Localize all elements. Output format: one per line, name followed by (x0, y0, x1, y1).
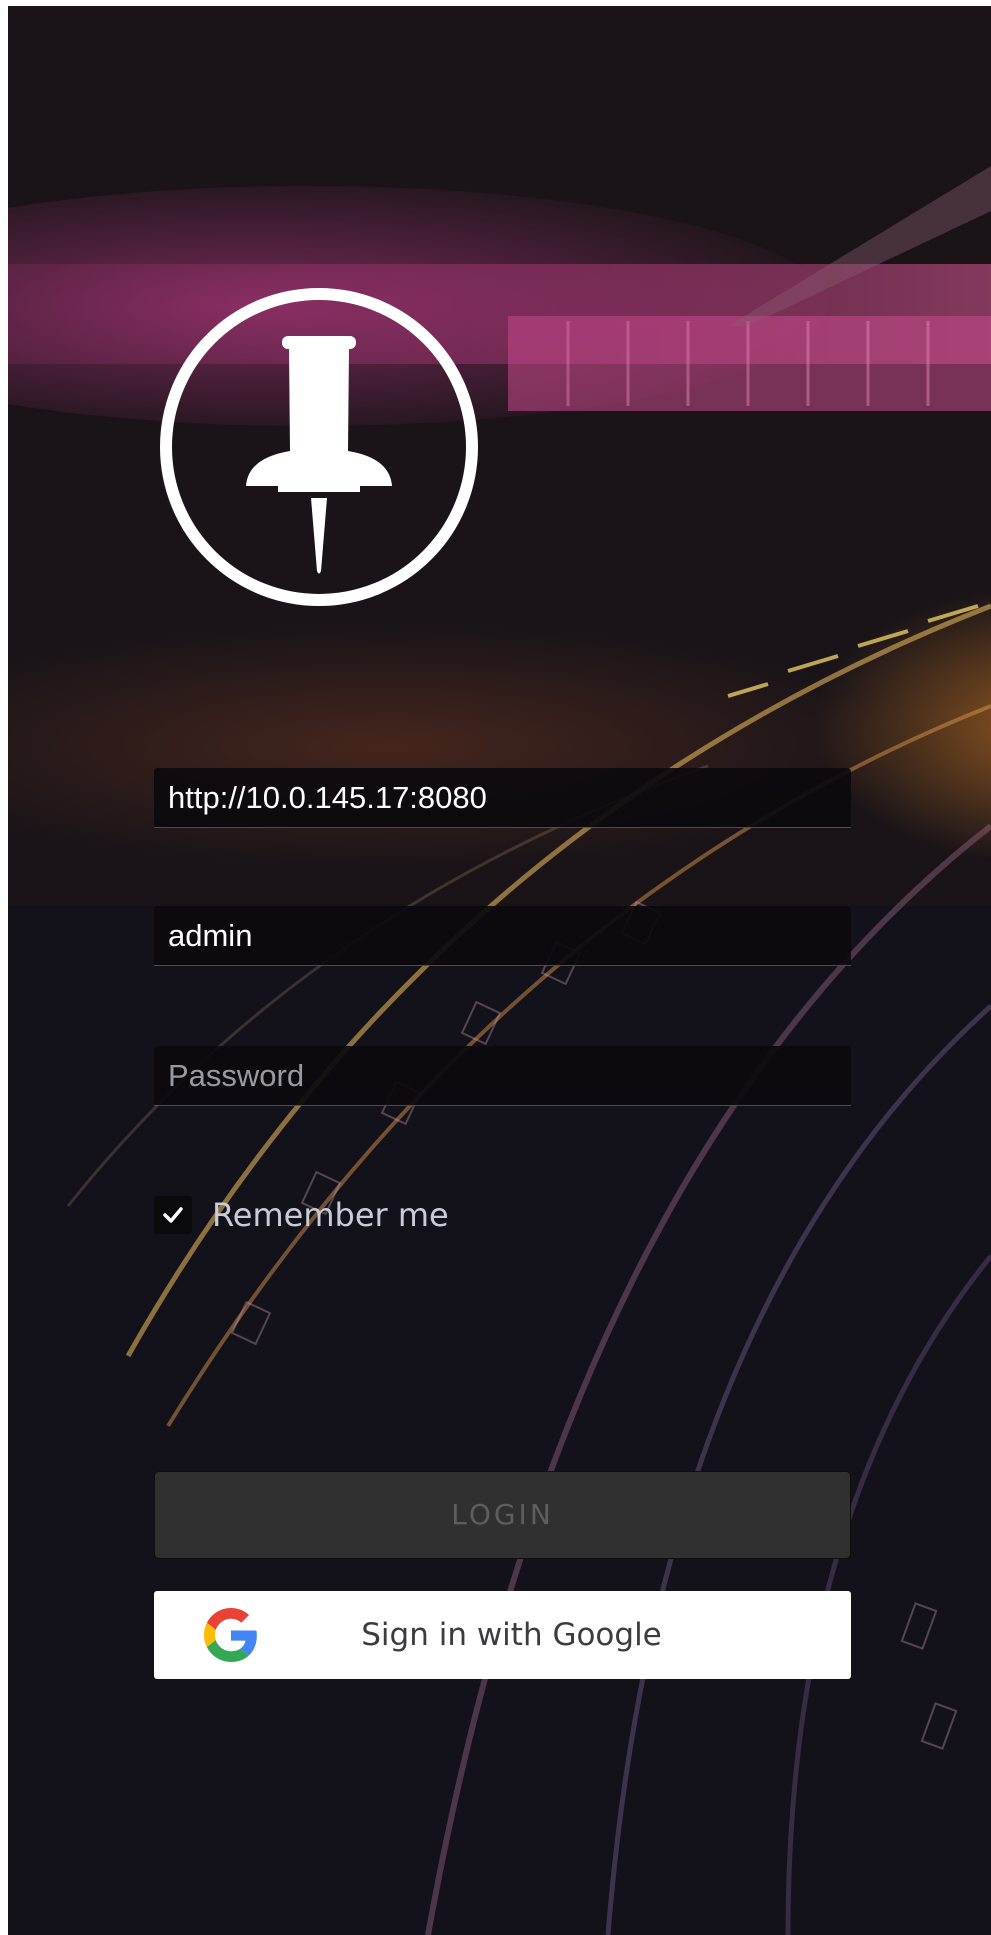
username-field[interactable] (154, 906, 851, 966)
google-sign-in-label: Sign in with Google (361, 1617, 662, 1653)
remember-me-label: Remember me (212, 1196, 449, 1234)
password-field[interactable] (154, 1046, 851, 1106)
login-screen: Remember me LOGIN Sign in with Google (8, 6, 991, 1935)
login-button[interactable]: LOGIN (154, 1471, 851, 1559)
remember-me-option[interactable]: Remember me (154, 1194, 449, 1236)
google-sign-in-button[interactable]: Sign in with Google (154, 1591, 851, 1679)
remember-me-checkbox[interactable] (154, 1196, 192, 1234)
server-url-field[interactable] (154, 768, 851, 828)
check-icon (163, 1207, 183, 1223)
pushpin-logo-icon (160, 288, 478, 606)
